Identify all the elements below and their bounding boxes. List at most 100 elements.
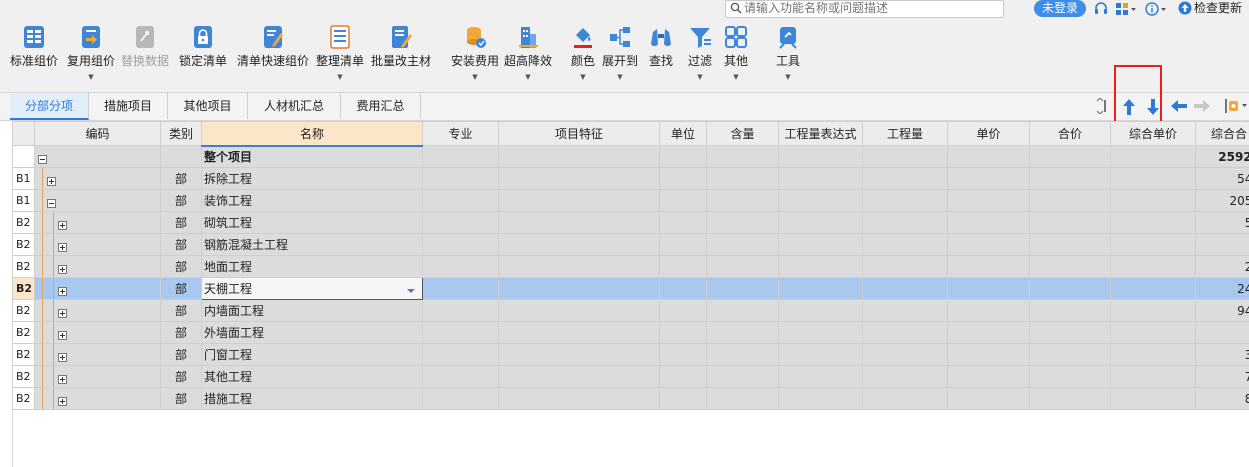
category-cell[interactable]: 部 <box>160 365 202 388</box>
install-cost-button[interactable]: 安装费用 ▼ <box>449 24 501 81</box>
tab-feiyong-huizong[interactable]: 费用汇总 <box>341 93 421 119</box>
column-resize-icon[interactable] <box>1094 97 1108 117</box>
quantity-cell[interactable] <box>862 167 948 190</box>
total-price-cell[interactable] <box>1029 233 1111 256</box>
category-cell[interactable] <box>160 145 202 168</box>
col-header-quantity-expr[interactable]: 工程量表达式 <box>778 121 863 146</box>
composite-total-cell[interactable]: 85 <box>1195 387 1249 410</box>
composite-total-cell[interactable]: 948 <box>1195 299 1249 322</box>
content-cell[interactable] <box>706 189 779 212</box>
composite-total-cell[interactable]: 70 <box>1195 365 1249 388</box>
quantity-cell[interactable] <box>862 255 948 278</box>
specialty-cell[interactable] <box>422 167 499 190</box>
name-cell[interactable]: 拆除工程 <box>201 167 423 190</box>
code-cell[interactable] <box>34 255 161 278</box>
unit-price-cell[interactable] <box>947 211 1030 234</box>
composite-total-cell[interactable]: 2051 <box>1195 189 1249 212</box>
code-cell[interactable] <box>34 277 161 300</box>
table-row[interactable]: B2 部门窗工程 34 <box>12 343 1249 366</box>
expand-icon[interactable] <box>58 309 67 318</box>
quantity-cell[interactable] <box>862 299 948 322</box>
category-cell[interactable]: 部 <box>160 233 202 256</box>
quantity-cell[interactable] <box>862 211 948 234</box>
specialty-cell[interactable] <box>422 233 499 256</box>
check-update-button[interactable]: 检查更新 <box>1178 0 1242 17</box>
tree-toggle-wrap[interactable] <box>58 284 67 298</box>
lock-list-button[interactable]: 锁定清单 <box>178 24 228 68</box>
name-cell[interactable]: 措施工程 <box>201 387 423 410</box>
unit-price-cell[interactable] <box>947 321 1030 344</box>
code-cell[interactable] <box>34 211 161 234</box>
features-cell[interactable] <box>498 145 660 168</box>
tab-fenbu-fenxiang[interactable]: 分部分项 <box>10 93 89 120</box>
features-cell[interactable] <box>498 299 660 322</box>
code-cell[interactable] <box>34 299 161 322</box>
content-cell[interactable] <box>706 365 779 388</box>
unit-price-cell[interactable] <box>947 387 1030 410</box>
code-cell[interactable] <box>34 387 161 410</box>
content-cell[interactable] <box>706 167 779 190</box>
composite-unit-price-cell[interactable] <box>1110 145 1196 168</box>
composite-unit-price-cell[interactable] <box>1110 189 1196 212</box>
unit-cell[interactable] <box>659 211 707 234</box>
total-price-cell[interactable] <box>1029 145 1111 168</box>
specialty-cell[interactable] <box>422 189 499 212</box>
composite-total-cell[interactable]: 242 <box>1195 277 1249 300</box>
features-cell[interactable] <box>498 167 660 190</box>
content-cell[interactable] <box>706 255 779 278</box>
content-cell[interactable] <box>706 277 779 300</box>
name-cell[interactable]: 内墙面工程 <box>201 299 423 322</box>
tree-toggle-wrap[interactable] <box>58 394 67 408</box>
expand-icon[interactable] <box>58 331 67 340</box>
unit-cell[interactable] <box>659 233 707 256</box>
unit-cell[interactable] <box>659 189 707 212</box>
unit-price-cell[interactable] <box>947 233 1030 256</box>
expand-icon[interactable] <box>58 397 67 406</box>
quantity-cell[interactable] <box>862 387 948 410</box>
total-price-cell[interactable] <box>1029 277 1111 300</box>
composite-unit-price-cell[interactable] <box>1110 211 1196 234</box>
table-row[interactable]: B2 部钢筋混凝土工程 <box>12 233 1249 256</box>
composite-unit-price-cell[interactable] <box>1110 233 1196 256</box>
batch-main-material-button[interactable]: 批量改主材 <box>369 24 433 68</box>
name-cell[interactable]: 钢筋混凝土工程 <box>201 233 423 256</box>
name-cell[interactable]: 门窗工程 <box>201 343 423 366</box>
quantity-cell[interactable] <box>862 277 948 300</box>
col-header-content[interactable]: 含量 <box>706 121 779 146</box>
unit-price-cell[interactable] <box>947 365 1030 388</box>
specialty-cell[interactable] <box>422 211 499 234</box>
total-price-cell[interactable] <box>1029 299 1111 322</box>
features-cell[interactable] <box>498 321 660 344</box>
content-cell[interactable] <box>706 211 779 234</box>
composite-total-cell[interactable]: 34 <box>1195 343 1249 366</box>
collapse-icon[interactable] <box>47 199 56 208</box>
tree-toggle-wrap[interactable] <box>58 350 67 364</box>
quantity-cell[interactable] <box>862 365 948 388</box>
tree-toggle-wrap[interactable] <box>58 372 67 386</box>
tools-button[interactable]: 工具 ▼ <box>774 24 802 81</box>
expand-to-button[interactable]: 展开到 ▼ <box>601 24 639 81</box>
specialty-cell[interactable] <box>422 277 499 300</box>
code-cell[interactable] <box>34 145 161 168</box>
features-cell[interactable] <box>498 277 660 300</box>
quantity-cell[interactable] <box>862 189 948 212</box>
category-cell[interactable]: 部 <box>160 321 202 344</box>
composite-unit-price-cell[interactable] <box>1110 387 1196 410</box>
unit-price-cell[interactable] <box>947 167 1030 190</box>
expand-icon[interactable] <box>58 265 67 274</box>
expand-icon[interactable] <box>58 221 67 230</box>
tree-toggle-wrap[interactable] <box>58 240 67 254</box>
unit-cell[interactable] <box>659 343 707 366</box>
code-cell[interactable] <box>34 167 161 190</box>
features-cell[interactable] <box>498 189 660 212</box>
composite-total-cell[interactable]: 540 <box>1195 167 1249 190</box>
category-cell[interactable]: 部 <box>160 255 202 278</box>
quantity-expr-cell[interactable] <box>778 343 863 366</box>
other-button[interactable]: 其他 ▼ <box>722 24 750 81</box>
unit-price-cell[interactable] <box>947 343 1030 366</box>
unit-cell[interactable] <box>659 387 707 410</box>
col-header-code[interactable]: 编码 <box>34 121 161 146</box>
total-price-cell[interactable] <box>1029 189 1111 212</box>
specialty-cell[interactable] <box>422 365 499 388</box>
tree-toggle-wrap[interactable] <box>58 218 67 232</box>
